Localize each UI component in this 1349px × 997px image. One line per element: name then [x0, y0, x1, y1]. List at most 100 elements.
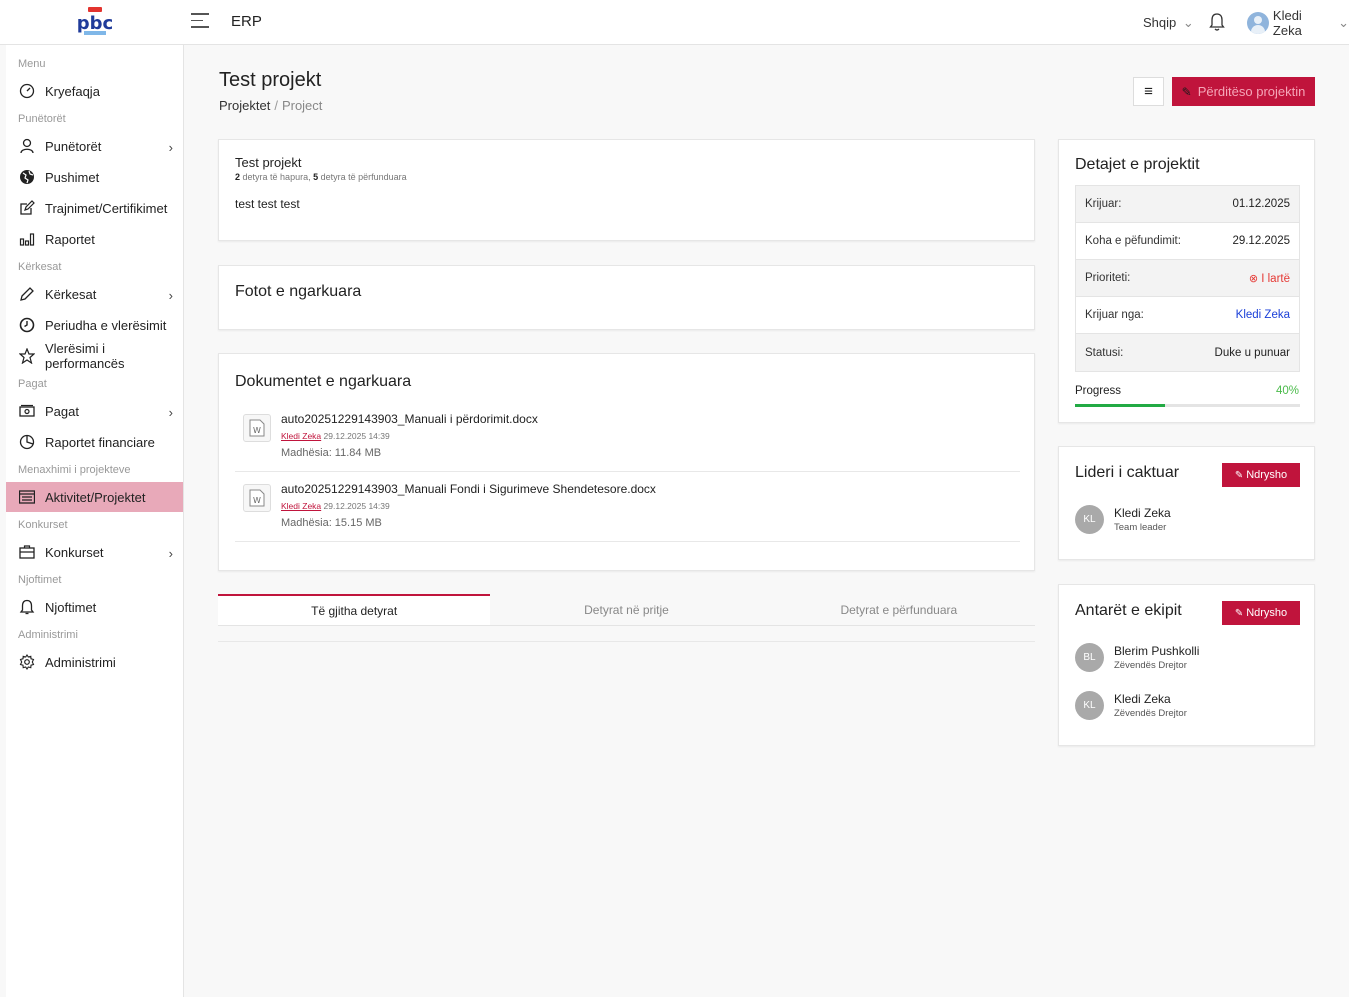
sidebar-item-financial-reports[interactable]: Raportet financiare — [6, 427, 183, 457]
member-name: Kledi Zeka — [1114, 691, 1171, 706]
document-date: 29.12.2025 14:39 — [323, 431, 390, 441]
pencil-icon — [20, 287, 34, 301]
section-administration: Administrimi — [18, 629, 78, 641]
breadcrumb-current: Project — [281, 98, 323, 113]
detail-value: 29.12.2025 — [1232, 235, 1290, 247]
edit-icon — [20, 200, 35, 215]
sidebar-item-trainings[interactable]: Trajnimet/Certifikimet — [6, 193, 183, 223]
document-author-link[interactable]: Kledi Zeka — [281, 431, 321, 441]
detail-label: Krijuar nga: — [1085, 309, 1144, 321]
sidebar-item-administration[interactable]: Administrimi — [6, 647, 183, 677]
uploaded-photos-card: Fotot e ngarkuara — [218, 265, 1035, 330]
tab-completed-tasks[interactable]: Detyrat e përfunduara — [763, 594, 1035, 625]
detail-label: Statusi: — [1085, 346, 1124, 359]
sidebar-item-label: Administrimi — [45, 654, 116, 670]
detail-label: Krijuar: — [1085, 198, 1122, 210]
menu-toggle-icon[interactable] — [191, 13, 209, 29]
section-requests: Kërkesat — [18, 261, 62, 273]
document-author-link[interactable]: Kledi Zeka — [281, 501, 321, 511]
project-details-card: Detajet e projektit Krijuar: 01.12.2025 K… — [1058, 139, 1315, 423]
creator-link[interactable]: Kledi Zeka — [1236, 309, 1290, 321]
actions-menu-button[interactable]: ≡ — [1133, 77, 1164, 106]
bell-icon[interactable] — [1209, 12, 1225, 32]
uploaded-documents-card: Dokumentet e ngarkuara W auto20251229143… — [218, 353, 1035, 571]
team-member: KL Kledi Zeka Zëvendës Drejtor — [1075, 690, 1187, 720]
detail-value: 01.12.2025 — [1232, 198, 1290, 210]
section-menu: Menu — [18, 58, 46, 70]
tab-pending-tasks[interactable]: Detyrat në pritje — [490, 594, 762, 625]
member-name: Kledi Zeka — [1114, 505, 1171, 520]
task-tabs: Të gjitha detyrat Detyrat në pritje Dety… — [218, 594, 1035, 626]
sidebar-item-reports[interactable]: Raportet — [6, 224, 183, 254]
detail-row-created-by: Krijuar nga: Kledi Zeka — [1076, 297, 1299, 334]
document-item[interactable]: W auto20251229143903_Manuali Fondi i Sig… — [235, 472, 1020, 542]
document-name[interactable]: auto20251229143903_Manuali Fondi i Sigur… — [281, 482, 656, 496]
team-member: BL Blerim Pushkolli Zëvendës Drejtor — [1075, 642, 1199, 672]
sidebar-item-employees[interactable]: Punëtorët › — [6, 131, 183, 161]
chevron-right-icon: › — [168, 546, 173, 561]
details-table: Krijuar: 01.12.2025 Koha e pëfundimit: 29.… — [1075, 185, 1300, 372]
edit-label: Ndrysho — [1246, 469, 1288, 481]
tab-all-tasks[interactable]: Të gjitha detyrat — [218, 594, 491, 625]
sidebar-item-label: Pagat — [45, 403, 79, 419]
sidebar-item-activities[interactable]: Aktivitet/Projektet — [6, 482, 183, 512]
user-icon — [20, 138, 34, 154]
project-summary-card: Test projekt 2 detyra të hapura, 5 detyr… — [218, 139, 1035, 241]
sidebar-item-performance[interactable]: Vlerësimi i performancës — [6, 341, 183, 371]
svg-text:W: W — [253, 426, 261, 435]
detail-row-end-date: Koha e pëfundimit: 29.12.2025 — [1076, 223, 1299, 260]
sidebar-item-requests[interactable]: Kërkesat › — [6, 279, 183, 309]
edit-team-button[interactable]: ✎ Ndrysho — [1222, 601, 1300, 625]
sidebar-item-evaluation-period[interactable]: Periudha e vlerësimit — [6, 310, 183, 340]
page-title: Test projekt — [219, 69, 322, 91]
gear-icon — [19, 654, 35, 670]
sidebar-item-label: Kërkesat — [45, 286, 97, 302]
document-name[interactable]: auto20251229143903_Manuali i përdorimit.… — [281, 412, 538, 426]
breadcrumb-root[interactable]: Projektet — [219, 98, 270, 113]
leader-member: KL Kledi Zeka Team leader — [1075, 504, 1171, 534]
sidebar-item-competitions[interactable]: Konkurset › — [6, 537, 183, 567]
priority-value: ⊗ I lartë — [1249, 272, 1290, 285]
progress-percent: 40% — [1275, 385, 1299, 397]
sidebar-item-salaries[interactable]: Pagat › — [6, 396, 183, 426]
sidebar-item-label: Aktivitet/Projektet — [45, 489, 146, 505]
hamburger-icon: ≡ — [1144, 83, 1153, 100]
section-employees: Punëtorët — [18, 113, 66, 125]
sidebar-item-label: Konkurset — [45, 544, 104, 560]
sidebar-item-notifications[interactable]: Njoftimet — [6, 592, 183, 622]
money-icon — [19, 404, 35, 417]
team-members-card: Antarët e ekipit ✎ Ndrysho BL Blerim Push… — [1058, 584, 1315, 746]
progress-label: Progress — [1075, 385, 1122, 397]
chevron-right-icon: › — [168, 140, 173, 155]
user-avatar-icon — [1247, 12, 1269, 34]
avatar: KL — [1075, 504, 1104, 534]
breadcrumb: Projektet / Project — [219, 98, 322, 113]
details-heading: Detajet e projektit — [1075, 156, 1200, 173]
project-task-stats: 2 detyra të hapura, 5 detyra të përfundu… — [235, 172, 407, 182]
priority-label: I lartë — [1261, 272, 1290, 285]
bar-chart-icon — [19, 233, 35, 246]
breadcrumb-separator: / — [274, 98, 278, 113]
open-task-count: 2 — [235, 172, 241, 182]
update-project-label: Përditëso projektin — [1197, 84, 1306, 99]
sidebar-item-home[interactable]: Kryefaqja — [6, 76, 183, 106]
list-icon — [19, 490, 35, 504]
document-item[interactable]: W auto20251229143903_Manuali i përdorimi… — [235, 402, 1020, 472]
assigned-leader-card: Lideri i caktuar ✎ Ndrysho KL Kledi Zeka T… — [1058, 446, 1315, 560]
sidebar-item-label: Raportet — [45, 231, 95, 247]
avatar: BL — [1075, 642, 1104, 672]
language-selector[interactable]: Shqip ⌄ — [1143, 15, 1194, 31]
section-notifications: Njoftimet — [18, 574, 62, 586]
project-title: Test projekt — [235, 155, 302, 170]
sidebar-item-holidays[interactable]: Pushimet — [6, 162, 183, 192]
edit-leader-button[interactable]: ✎ Ndrysho — [1222, 463, 1300, 487]
company-logo[interactable]: pbc — [78, 6, 112, 38]
update-project-button[interactable]: ✎ Përditëso projektin — [1172, 77, 1315, 106]
user-menu[interactable]: Kledi Zeka ⌄ — [1247, 8, 1349, 38]
pie-chart-icon — [19, 434, 35, 450]
pencil-icon: ✎ — [1234, 469, 1244, 481]
document-meta: Kledi Zeka 29.12.2025 14:39 — [281, 501, 390, 511]
divider — [218, 641, 1035, 642]
sidebar-item-label: Pushimet — [45, 169, 100, 185]
user-name: Kledi Zeka — [1272, 8, 1302, 38]
